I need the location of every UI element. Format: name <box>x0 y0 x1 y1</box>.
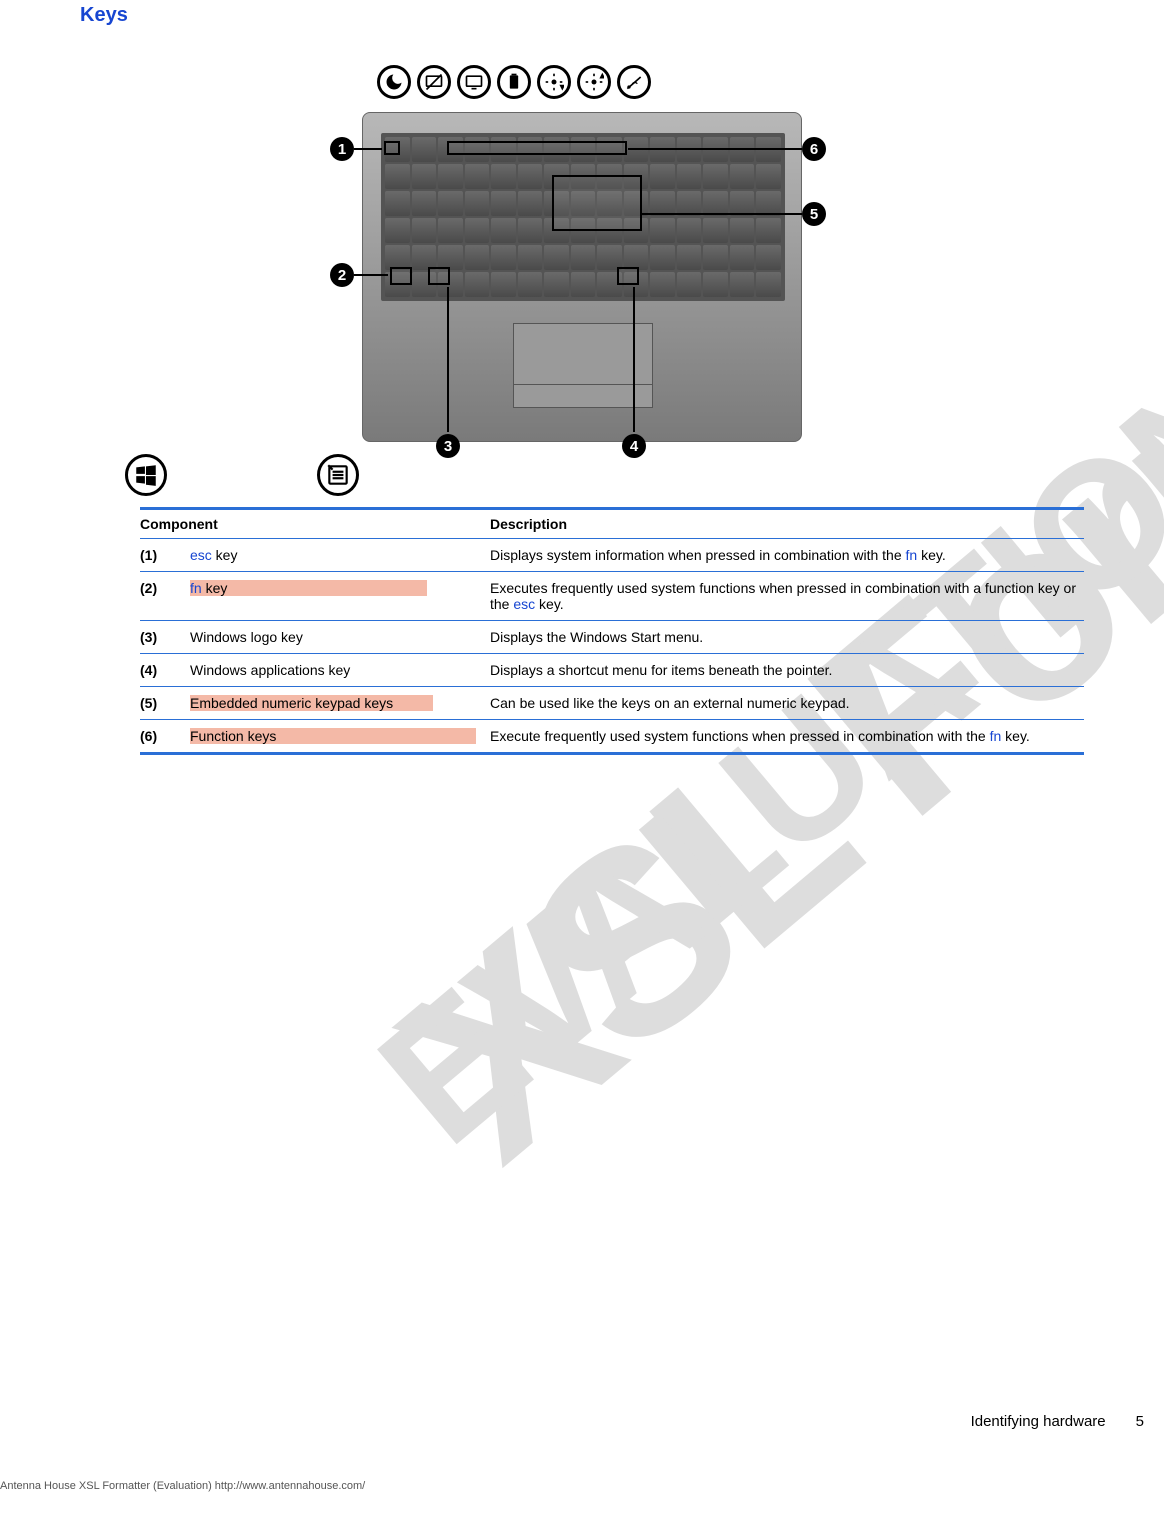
moon-icon <box>377 65 411 99</box>
link-text[interactable]: fn <box>990 728 1002 744</box>
link-text[interactable]: fn <box>906 547 918 563</box>
text: Can be used like the keys on an external… <box>490 695 850 711</box>
text: Displays the Windows Start menu. <box>490 629 703 645</box>
text: Displays system information when pressed… <box>490 547 906 563</box>
text: Executes frequently used system function… <box>490 580 1076 612</box>
text: key <box>212 547 238 563</box>
row-description: Can be used like the keys on an external… <box>490 687 1084 720</box>
windows-logo-icon <box>125 454 167 496</box>
text: Windows applications key <box>190 662 350 678</box>
row-component: Windows logo key <box>190 621 490 654</box>
row-component: esc key <box>190 539 490 572</box>
row-number: (1) <box>140 539 190 572</box>
brightness-up-icon: ▲ <box>577 65 611 99</box>
text: key. <box>917 547 946 563</box>
hl-fnrow <box>447 141 627 155</box>
brightness-down-icon: ▼ <box>537 65 571 99</box>
display-off-icon <box>417 65 451 99</box>
footer-page: 5 <box>1136 1413 1144 1430</box>
hl-fn <box>390 267 412 285</box>
text: Embedded numeric keypad keys <box>190 695 393 711</box>
section-title: Keys <box>80 0 1164 27</box>
footer-eval: Antenna House XSL Formatter (Evaluation)… <box>0 1480 365 1492</box>
svg-text:▼: ▼ <box>557 82 564 92</box>
table-row: (1)esc keyDisplays system information wh… <box>140 539 1084 572</box>
footer-section: Identifying hardware <box>971 1413 1106 1430</box>
row-description: Executes frequently used system function… <box>490 572 1084 621</box>
hl-keypad <box>552 175 642 231</box>
text: key. <box>535 596 564 612</box>
row-description: Execute frequently used system functions… <box>490 720 1084 754</box>
row-description: Displays system information when pressed… <box>490 539 1084 572</box>
hl-win <box>428 267 450 285</box>
hl-wrap: Function keys <box>190 728 476 744</box>
th-component: Component <box>140 509 490 539</box>
row-description: Displays the Windows Start menu. <box>490 621 1084 654</box>
table-row: (6)Function keys Execute frequently used … <box>140 720 1084 754</box>
callout-1: 1 <box>330 137 354 161</box>
text: Execute frequently used system functions… <box>490 728 990 744</box>
row-number: (5) <box>140 687 190 720</box>
battery-icon <box>497 65 531 99</box>
row-number: (2) <box>140 572 190 621</box>
text: key. <box>1001 728 1030 744</box>
table-row: (2)fn key Executes frequently used system… <box>140 572 1084 621</box>
row-component: Windows applications key <box>190 654 490 687</box>
table-row: (5)Embedded numeric keypad keys Can be us… <box>140 687 1084 720</box>
row-component: fn key <box>190 572 490 621</box>
context-menu-icon <box>317 454 359 496</box>
callout-4: 4 <box>622 434 646 458</box>
wireless-icon <box>617 65 651 99</box>
row-number: (3) <box>140 621 190 654</box>
table-row: (4)Windows applications key Displays a sh… <box>140 654 1084 687</box>
text: key <box>202 580 228 596</box>
callout-3: 3 <box>436 434 460 458</box>
row-description: Displays a shortcut menu for items benea… <box>490 654 1084 687</box>
row-component: Embedded numeric keypad keys <box>190 687 490 720</box>
row-number: (4) <box>140 654 190 687</box>
svg-text:▲: ▲ <box>597 72 604 82</box>
th-description: Description <box>490 509 1084 539</box>
hl-wrap: fn key <box>190 580 427 596</box>
hl-esc <box>384 141 400 155</box>
text: Windows logo key <box>190 629 303 645</box>
callout-5: 5 <box>802 202 826 226</box>
callout-6: 6 <box>802 137 826 161</box>
row-component: Function keys <box>190 720 490 754</box>
link-text[interactable]: esc <box>190 547 212 563</box>
row-number: (6) <box>140 720 190 754</box>
link-text[interactable]: fn <box>190 580 202 596</box>
callout-2: 2 <box>330 263 354 287</box>
hl-apps <box>617 267 639 285</box>
text: Displays a shortcut menu for items benea… <box>490 662 832 678</box>
hl-wrap: Embedded numeric keypad keys <box>190 695 433 711</box>
link-text[interactable]: esc <box>513 596 535 612</box>
keyboard-figure: ▼ ▲ /* noop - keys generated below via p… <box>302 37 862 467</box>
table-row: (3)Windows logo key Displays the Windows … <box>140 621 1084 654</box>
text: Function keys <box>190 728 276 744</box>
display-icon <box>457 65 491 99</box>
keys-table: Component Description (1)esc keyDisplays… <box>140 507 1084 755</box>
